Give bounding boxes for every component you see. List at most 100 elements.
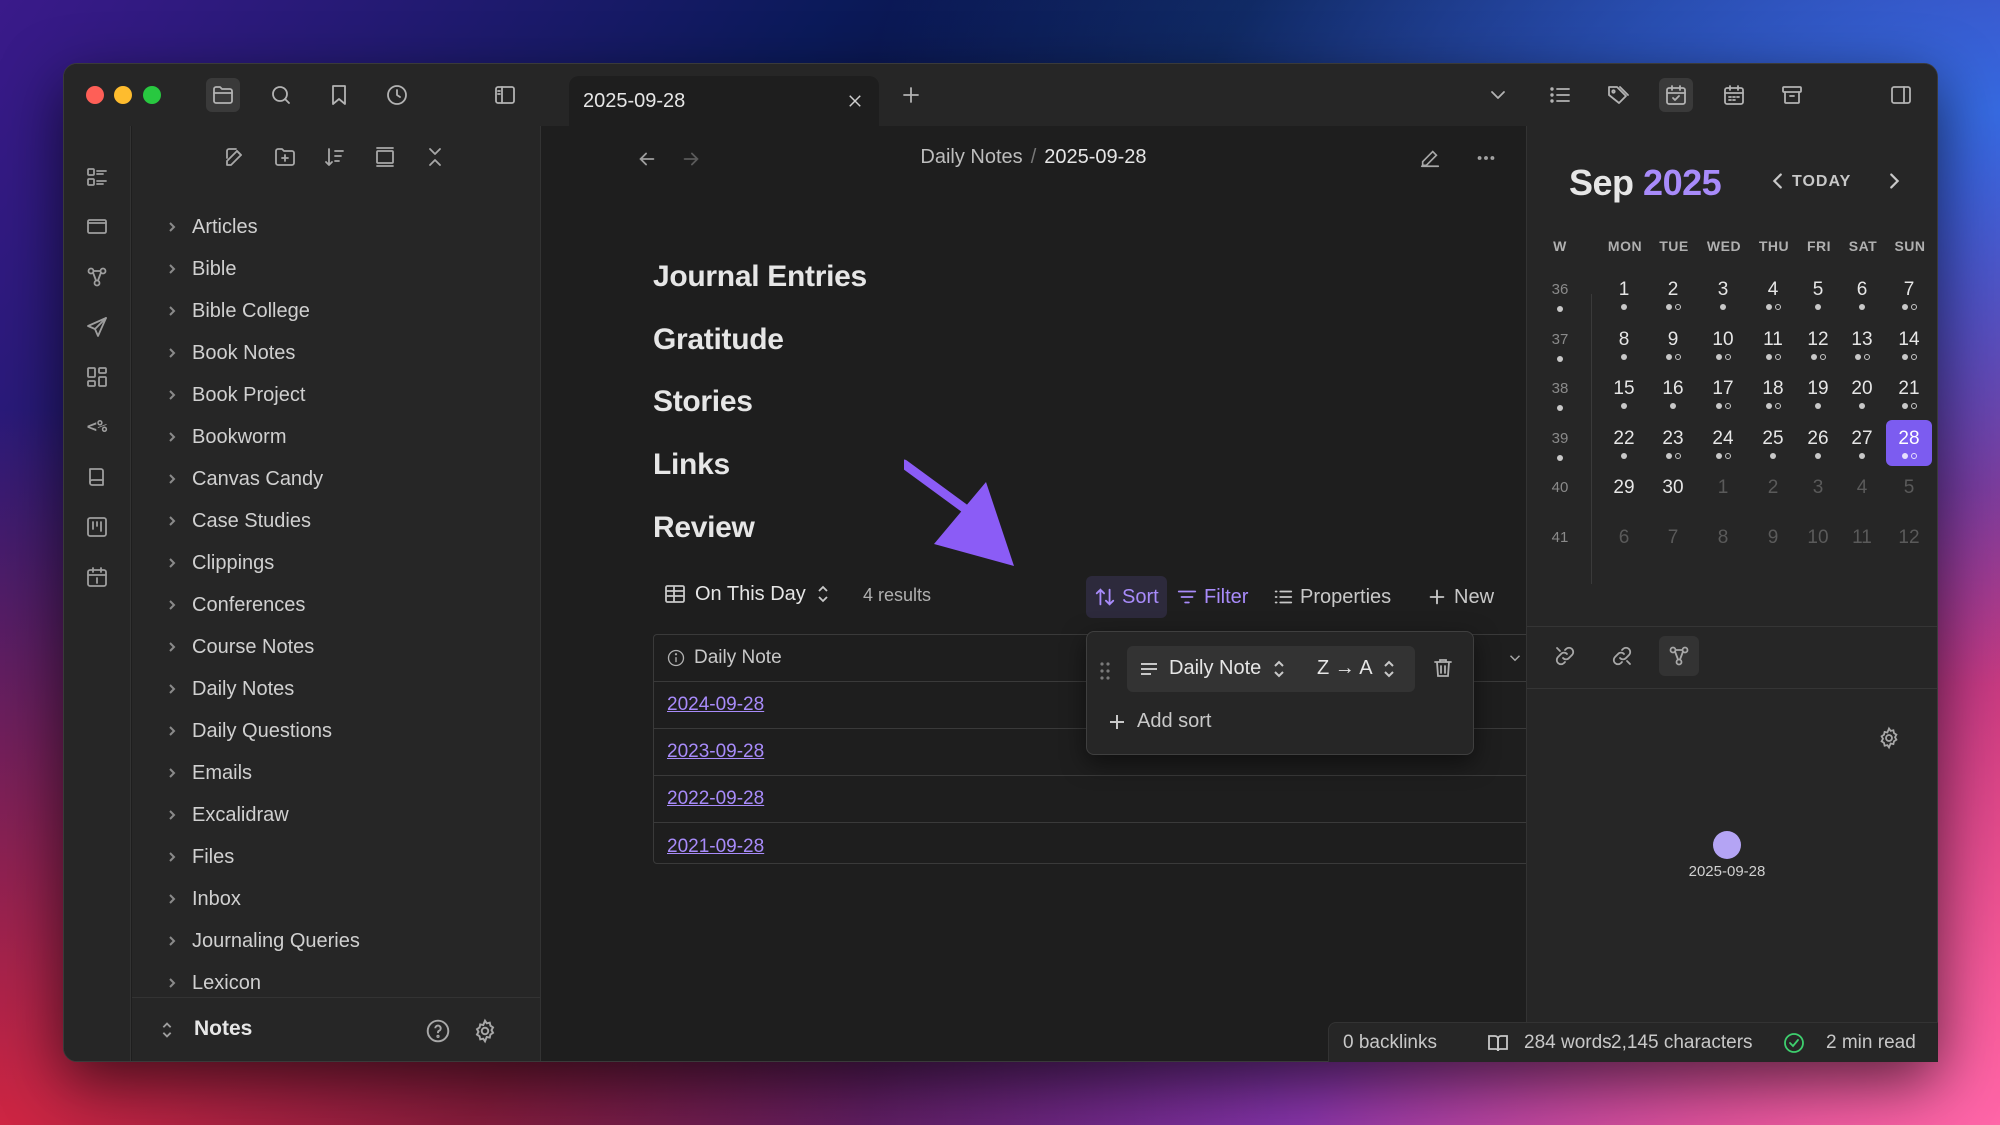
calendar-day[interactable]: 16: [1650, 370, 1696, 416]
toggle-right-sidebar-icon[interactable]: [1884, 78, 1918, 112]
help-icon[interactable]: [422, 1015, 454, 1047]
reading-book-icon[interactable]: [1486, 1031, 1510, 1055]
graph-node[interactable]: [1713, 831, 1741, 859]
add-sort-button[interactable]: Add sort: [1107, 710, 1211, 733]
calendar-day[interactable]: 27: [1839, 420, 1885, 466]
chevron-right-icon[interactable]: [162, 301, 182, 321]
folder-item[interactable]: Emails: [132, 752, 540, 794]
chevron-right-icon[interactable]: [162, 679, 182, 699]
calendar-day[interactable]: 6: [1601, 519, 1647, 565]
tab-list-chevron-down-icon[interactable]: [1481, 78, 1515, 112]
settings-gear-icon[interactable]: [469, 1015, 501, 1047]
calendar-day[interactable]: 10: [1795, 519, 1841, 565]
week-number[interactable]: 39: [1545, 430, 1575, 447]
week-number[interactable]: 41: [1545, 529, 1575, 546]
calendar-day[interactable]: 24: [1700, 420, 1746, 466]
minimize-window-button[interactable]: [114, 86, 132, 104]
outgoing-links-icon[interactable]: [1602, 636, 1642, 676]
new-note-icon[interactable]: [218, 140, 252, 174]
calendar-day[interactable]: 14: [1886, 321, 1932, 367]
sort-order-icon[interactable]: [318, 140, 352, 174]
dashboard-list-icon[interactable]: [80, 160, 114, 194]
chevron-right-icon[interactable]: [162, 385, 182, 405]
auto-reveal-icon[interactable]: [368, 140, 402, 174]
chevron-right-icon[interactable]: [162, 343, 182, 363]
folder-item[interactable]: Bible: [132, 248, 540, 290]
templater-icon[interactable]: <%: [80, 410, 114, 444]
folder-item[interactable]: Conferences: [132, 584, 540, 626]
outline-list-icon[interactable]: [1543, 78, 1577, 112]
folder-item[interactable]: Course Notes: [132, 626, 540, 668]
folder-item[interactable]: Daily Questions: [132, 710, 540, 752]
folder-item[interactable]: Clippings: [132, 542, 540, 584]
week-number[interactable]: 38: [1545, 380, 1575, 397]
vault-name[interactable]: Notes: [194, 1017, 252, 1041]
calendar-day[interactable]: 23: [1650, 420, 1696, 466]
folder-item[interactable]: Bible College: [132, 290, 540, 332]
calendar-day[interactable]: 20: [1839, 370, 1885, 416]
more-options-icon[interactable]: [1470, 142, 1502, 174]
widgets-grid-icon[interactable]: [80, 360, 114, 394]
archive-icon[interactable]: [1775, 78, 1809, 112]
calendar-day-icon[interactable]: [80, 560, 114, 594]
folder-item[interactable]: Excalidraw: [132, 794, 540, 836]
calendar-day[interactable]: 21: [1886, 370, 1932, 416]
note-link[interactable]: 2021-09-28: [667, 836, 764, 858]
files-folder-icon[interactable]: [206, 78, 240, 112]
toggle-left-sidebar-icon[interactable]: [488, 78, 522, 112]
chevron-right-icon[interactable]: [162, 595, 182, 615]
chevron-right-icon[interactable]: [162, 763, 182, 783]
maximize-window-button[interactable]: [143, 86, 161, 104]
book-icon[interactable]: [80, 460, 114, 494]
folder-item[interactable]: Journaling Queries: [132, 920, 540, 962]
calendar-day[interactable]: 25: [1750, 420, 1796, 466]
chevron-right-icon[interactable]: [162, 511, 182, 531]
column-chevron-down-icon[interactable]: [1506, 649, 1526, 669]
note-link[interactable]: 2023-09-28: [667, 741, 764, 763]
calendar-day[interactable]: 5: [1886, 469, 1932, 515]
folder-item[interactable]: Files: [132, 836, 540, 878]
local-graph-icon[interactable]: [1659, 636, 1699, 676]
calendar-day[interactable]: 28: [1886, 419, 1932, 466]
search-icon[interactable]: [264, 78, 298, 112]
calendar-day[interactable]: 12: [1795, 321, 1841, 367]
vault-switch-chevron-icon[interactable]: [156, 1019, 180, 1043]
calendar-day[interactable]: 4: [1839, 469, 1885, 515]
active-tab[interactable]: 2025-09-28: [569, 76, 879, 126]
today-button[interactable]: TODAY: [1792, 173, 1851, 191]
folder-item[interactable]: Case Studies: [132, 500, 540, 542]
calendar-day[interactable]: 1: [1601, 271, 1647, 317]
breadcrumb-folder[interactable]: Daily Notes: [920, 146, 1022, 168]
calendar-day[interactable]: 29: [1601, 469, 1647, 515]
chevron-right-icon[interactable]: [162, 973, 182, 993]
collapse-all-icon[interactable]: [418, 140, 452, 174]
week-number[interactable]: 40: [1545, 479, 1575, 496]
calendar-day[interactable]: 30: [1650, 469, 1696, 515]
sort-direction-select[interactable]: Z → A: [1317, 657, 1395, 680]
chevron-right-icon[interactable]: [162, 847, 182, 867]
graph-settings-gear-icon[interactable]: [1869, 718, 1909, 758]
calendar-day[interactable]: 9: [1750, 519, 1796, 565]
chevron-right-icon[interactable]: [162, 721, 182, 741]
chevron-right-icon[interactable]: [162, 259, 182, 279]
calendar-day[interactable]: 17: [1700, 370, 1746, 416]
breadcrumb-current[interactable]: 2025-09-28: [1044, 146, 1146, 168]
calendar-day[interactable]: 10: [1700, 321, 1746, 367]
folder-item[interactable]: Daily Notes: [132, 668, 540, 710]
folder-item[interactable]: Bookworm: [132, 416, 540, 458]
chevron-right-icon[interactable]: [162, 469, 182, 489]
chevron-right-icon[interactable]: [162, 553, 182, 573]
graph-view-icon[interactable]: [80, 260, 114, 294]
backlinks-icon[interactable]: [1545, 636, 1585, 676]
calendar-day[interactable]: 6: [1839, 271, 1885, 317]
drag-handle-icon[interactable]: [1099, 660, 1111, 682]
calendar-day[interactable]: 3: [1700, 271, 1746, 317]
calendar-day[interactable]: 13: [1839, 321, 1885, 367]
view-selector[interactable]: On This Day: [663, 582, 830, 606]
kanban-icon[interactable]: [80, 510, 114, 544]
calendar-day[interactable]: 2: [1650, 271, 1696, 317]
properties-button[interactable]: Properties: [1264, 576, 1399, 618]
tags-icon[interactable]: [1601, 78, 1635, 112]
note-link[interactable]: 2024-09-28: [667, 694, 764, 716]
week-number[interactable]: 36: [1545, 281, 1575, 298]
